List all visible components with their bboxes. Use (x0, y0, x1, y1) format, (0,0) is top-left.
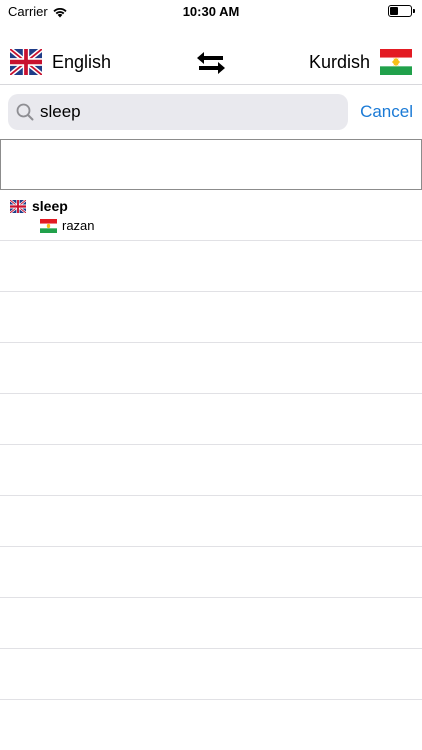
source-language-selector[interactable]: English (10, 49, 111, 75)
status-bar: Carrier 10:30 AM (0, 0, 422, 24)
battery-level (390, 7, 398, 15)
list-row-empty (0, 343, 422, 394)
source-language-label: English (52, 51, 112, 72)
kurdistan-flag-icon (40, 218, 57, 233)
target-language-selector[interactable]: Kurdish (309, 49, 412, 75)
results-list: sleep razan (0, 190, 422, 700)
search-input[interactable] (40, 102, 340, 122)
list-row-empty (0, 649, 422, 700)
uk-flag-icon (10, 49, 42, 75)
result-row[interactable]: sleep razan (0, 190, 422, 241)
target-language-label: Kurdish (308, 51, 370, 72)
empty-banner-area (0, 139, 422, 190)
cancel-button[interactable]: Cancel (360, 102, 413, 122)
translation-word: razan (62, 218, 95, 233)
search-field-container[interactable] (8, 94, 348, 130)
list-row-empty (0, 598, 422, 649)
list-row-empty (0, 547, 422, 598)
list-row-empty (0, 445, 422, 496)
language-bar: English Kurdish (0, 40, 422, 84)
swap-arrows-icon[interactable] (194, 50, 228, 76)
source-word-row: sleep (10, 198, 68, 214)
search-icon (16, 103, 34, 121)
list-row-empty (0, 394, 422, 445)
battery-icon (388, 5, 415, 17)
translation-row: razan (40, 218, 95, 233)
list-row-empty (0, 292, 422, 343)
list-row-empty (0, 241, 422, 292)
uk-flag-icon (10, 199, 26, 213)
list-row-empty (0, 496, 422, 547)
status-time: 10:30 AM (182, 4, 240, 19)
source-word: sleep (32, 198, 68, 214)
search-bar: Cancel (0, 84, 422, 138)
battery-tip (413, 9, 415, 13)
kurdistan-flag-icon (380, 49, 412, 75)
